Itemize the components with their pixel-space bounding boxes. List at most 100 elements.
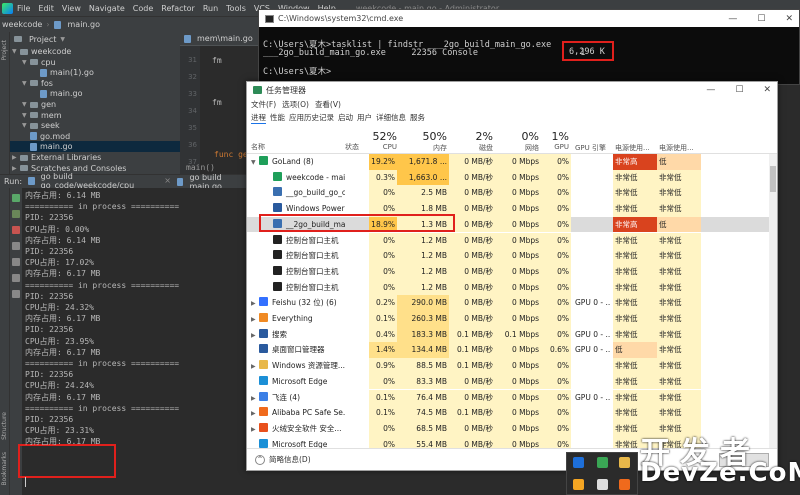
- tree-item[interactable]: ▼ cpu: [10, 57, 180, 68]
- tab-performance[interactable]: 性能: [270, 112, 285, 124]
- trash-icon[interactable]: [12, 274, 20, 282]
- process-row[interactable]: ▼ GoLand (8) 19.2% 1,671.8 ... 0 MB/秒 0 Mbps 0…: [247, 154, 775, 170]
- scroll-end-icon[interactable]: [12, 242, 20, 250]
- process-row[interactable]: ▶ Feishu (32 位) (6) 0.2% 290.0 MB 0 MB/秒 0 Mb…: [247, 295, 775, 311]
- bluetooth-icon[interactable]: [573, 457, 584, 468]
- tm-menu-view[interactable]: 查看(V): [315, 99, 341, 110]
- stop-icon[interactable]: [12, 226, 20, 234]
- security-shield-icon[interactable]: [597, 457, 608, 468]
- tab-app-history[interactable]: 应用历史记录: [289, 112, 334, 124]
- tab-services[interactable]: 服务: [410, 112, 425, 124]
- process-row[interactable]: Microsoft Edge 0% 83.3 MB 0 MB/秒 0 Mbps 0% 非常低…: [247, 373, 775, 390]
- column-status[interactable]: 状态: [345, 142, 359, 152]
- process-row[interactable]: ▶ 搜索 0.4% 183.3 MB 0.1 MB/秒 0.1 Mbps 0% GPU 0 -…: [247, 326, 775, 343]
- process-row[interactable]: weekcode - main...0.3%1,663.0 ...0 MB/秒0…: [247, 169, 775, 186]
- expand-chevron-icon[interactable]: ▶: [251, 406, 259, 421]
- side-tab-bookmarks[interactable]: Bookmarks: [1, 452, 8, 486]
- column-memory-pct[interactable]: 50%: [397, 130, 447, 143]
- process-row[interactable]: __go_build_go_c...0%2.5 MB0 MB/秒0 Mbps0%…: [247, 185, 775, 202]
- tm-menu-options[interactable]: 选项(O): [282, 99, 309, 110]
- wrench-icon[interactable]: [12, 210, 20, 218]
- chevron-icon[interactable]: ▶: [12, 154, 20, 161]
- expand-chevron-icon[interactable]: ▶: [251, 422, 259, 437]
- process-row[interactable]: ▶ 飞连 (4) 0.1% 76.4 MB 0 MB/秒 0 Mbps 0% GPU 0 - …: [247, 389, 775, 406]
- column-gpu-pct[interactable]: 1%: [541, 130, 569, 143]
- expand-chevron-icon[interactable]: ▶: [251, 312, 259, 327]
- close-icon[interactable]: ✕: [763, 85, 771, 95]
- column-network-pct[interactable]: 0%: [495, 130, 539, 143]
- tray-app-icon[interactable]: [619, 457, 630, 468]
- tab-details[interactable]: 详细信息: [376, 112, 406, 124]
- close-icon[interactable]: ×: [164, 176, 171, 185]
- minimize-icon[interactable]: —: [728, 14, 737, 24]
- process-row[interactable]: ▶ Windows 资源管理... 0.9% 88.5 MB 0.1 MB/秒 0 Mbp…: [247, 358, 775, 374]
- process-row[interactable]: 控制台窗口主机 0% 1.2 MB 0 MB/秒 0 Mbps 0% 非常低 非常低: [247, 232, 775, 249]
- column-disk[interactable]: 磁盘: [449, 143, 493, 153]
- tree-item[interactable]: ▼ mem: [10, 110, 180, 121]
- process-row[interactable]: 控制台窗口主机 0% 1.2 MB 0 MB/秒 0 Mbps 0% 非常低 非常低: [247, 279, 775, 296]
- expand-chevron-icon[interactable]: ▶: [251, 328, 259, 343]
- expand-chevron-icon[interactable]: ▶: [251, 296, 259, 311]
- menu-edit[interactable]: Edit: [38, 4, 54, 13]
- tab-processes[interactable]: 进程: [251, 112, 266, 124]
- tree-item[interactable]: go.mod: [10, 131, 180, 142]
- process-row[interactable]: 桌面窗口管理器 1.4% 134.4 MB 0.1 MB/秒 0 Mbps 0.6% GPU…: [247, 342, 775, 359]
- tray-app-icon[interactable]: [619, 479, 630, 490]
- chevron-icon[interactable]: ▼: [22, 80, 30, 87]
- column-disk-pct[interactable]: 2%: [449, 130, 493, 143]
- column-name[interactable]: 名称: [251, 142, 265, 152]
- column-gpu[interactable]: GPU: [541, 143, 569, 151]
- side-tab-project[interactable]: Project: [1, 40, 8, 61]
- menu-tools[interactable]: Tools: [226, 4, 246, 13]
- tab-startup[interactable]: 启动: [338, 112, 353, 124]
- tray-app-icon[interactable]: [573, 479, 584, 490]
- tree-item[interactable]: ▼ gen: [10, 99, 180, 110]
- column-gpu-engine[interactable]: GPU 引擎: [575, 143, 606, 153]
- minimize-icon[interactable]: —: [706, 85, 715, 95]
- scrollbar-thumb[interactable]: [770, 166, 776, 192]
- process-row[interactable]: ▶ Everything 0.1% 260.3 MB 0 MB/秒 0 Mbps 0% 非常低…: [247, 311, 775, 327]
- maximize-icon[interactable]: ☐: [735, 85, 743, 95]
- fewer-details-link[interactable]: 简略信息(D): [269, 454, 311, 465]
- scrollbar[interactable]: [769, 154, 777, 449]
- maximize-icon[interactable]: ☐: [757, 14, 765, 24]
- process-row[interactable]: 控制台窗口主机 0% 1.2 MB 0 MB/秒 0 Mbps 0% 非常低 非常低: [247, 248, 775, 264]
- chevron-icon[interactable]: ▼: [12, 48, 20, 55]
- editor-tab-mem-main[interactable]: mem\main.go: [197, 34, 253, 43]
- expand-chevron-icon[interactable]: ▶: [251, 359, 259, 374]
- tree-item[interactable]: main.go: [10, 88, 180, 99]
- chevron-icon[interactable]: ▼: [22, 112, 30, 119]
- tree-item[interactable]: ▼ fos: [10, 78, 180, 89]
- process-row[interactable]: 控制台窗口主机 0% 1.2 MB 0 MB/秒 0 Mbps 0% 非常低 非常低: [247, 263, 775, 280]
- chevron-icon[interactable]: ▼: [22, 122, 30, 129]
- expand-chevron-icon[interactable]: ▶: [251, 391, 259, 406]
- tree-item[interactable]: main.go: [10, 141, 180, 153]
- tab-users[interactable]: 用户: [357, 112, 372, 124]
- tree-item[interactable]: ▶ External Libraries: [10, 152, 180, 163]
- tray-app-icon[interactable]: [597, 479, 608, 490]
- menu-navigate[interactable]: Navigate: [89, 4, 125, 13]
- run-console[interactable]: 内存占用: 6.14 MB ========== in process =====…: [18, 188, 262, 495]
- rerun-icon[interactable]: [12, 194, 20, 202]
- column-memory[interactable]: 内存: [397, 143, 447, 153]
- chevron-down-icon[interactable]: ▼: [60, 36, 65, 43]
- expand-chevron-icon[interactable]: ▼: [251, 155, 259, 170]
- side-tab-structure[interactable]: Structure: [1, 412, 8, 440]
- column-power-trend[interactable]: 电源使用...: [659, 143, 694, 153]
- menu-run[interactable]: Run: [203, 4, 218, 13]
- breadcrumb-file[interactable]: main.go: [68, 20, 101, 29]
- process-row[interactable]: ▶ Alibaba PC Safe Se... 0.1% 74.5 MB 0.1 MB/…: [247, 405, 775, 421]
- menu-file[interactable]: File: [17, 4, 30, 13]
- column-network[interactable]: 网络: [495, 143, 539, 153]
- breadcrumb-project[interactable]: weekcode: [2, 20, 42, 29]
- column-cpu[interactable]: CPU: [369, 143, 397, 151]
- column-cpu-pct[interactable]: 52%: [369, 130, 397, 143]
- chevron-icon[interactable]: ▼: [22, 101, 30, 108]
- chevron-icon[interactable]: ▶: [12, 165, 20, 172]
- tree-item[interactable]: ▼ seek: [10, 120, 180, 131]
- column-power-usage[interactable]: 电源使用...: [615, 143, 650, 153]
- close-icon[interactable]: ✕: [785, 14, 793, 24]
- chevron-up-icon[interactable]: ^: [255, 454, 265, 465]
- tree-item[interactable]: ▼ weekcode: [10, 46, 180, 57]
- pin-icon[interactable]: [12, 290, 20, 298]
